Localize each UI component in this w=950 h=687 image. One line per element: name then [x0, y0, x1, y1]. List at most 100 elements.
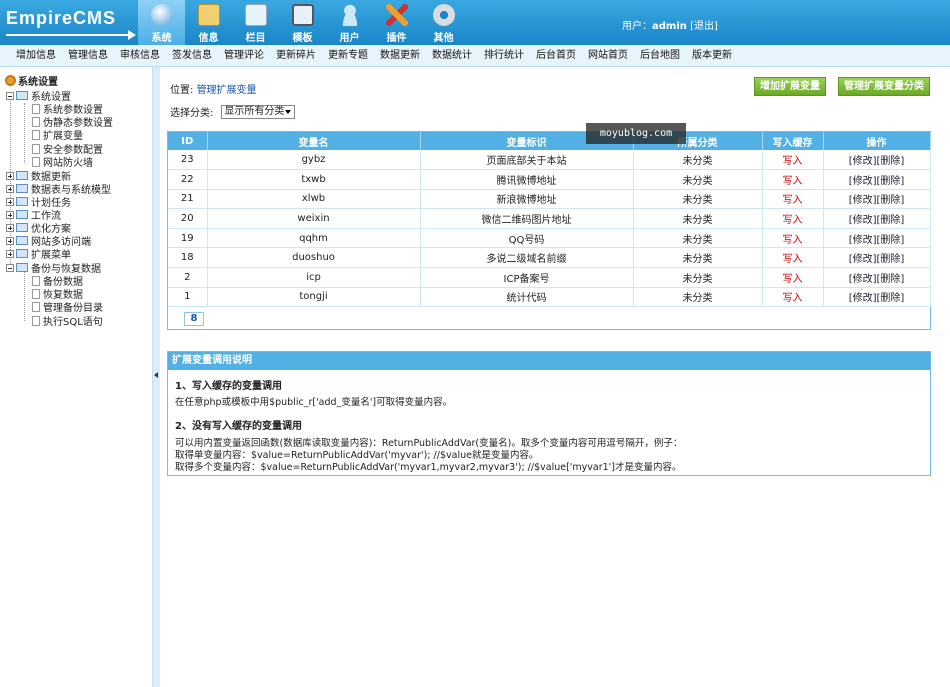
col-write-cache: 写入缓存	[762, 132, 824, 150]
sub-nav: 增加信息 管理信息 审核信息 签发信息 管理评论 更新碎片 更新专题 数据更新 …	[0, 45, 950, 67]
cell-var-name: gybz	[207, 150, 421, 171]
tree-item-ext-menu[interactable]: 扩展菜单	[6, 246, 71, 261]
add-ext-var-button[interactable]: 增加扩展变量	[754, 77, 826, 96]
subnav-data-stats[interactable]: 数据统计	[426, 45, 478, 66]
topnav-label: 其他	[433, 33, 454, 44]
folder-icon	[16, 171, 28, 180]
logout-link[interactable]: [退出]	[690, 21, 718, 32]
topnav-other[interactable]: 其他	[420, 0, 467, 45]
gear-icon	[432, 4, 455, 26]
subnav-data-update[interactable]: 数据更新	[374, 45, 426, 66]
collapse-icon	[6, 91, 14, 100]
topnav-label: 插件	[386, 33, 407, 44]
data-table: ID 变量名 变量标识 所属分类 写入缓存 操作 23 gybz 页面底部关于本站未…	[168, 132, 931, 308]
edit-link[interactable]: [修改]	[849, 254, 877, 265]
cell-var-identifier: ICP备案号	[420, 267, 634, 288]
edit-link[interactable]: [修改]	[849, 195, 877, 206]
cell-write-cache: 写入	[762, 267, 824, 288]
cell-var-identifier: 新浪微博地址	[420, 189, 634, 210]
tree-item-backup-dir[interactable]: 管理备份目录	[32, 299, 103, 314]
folder-icon	[16, 91, 28, 100]
subnav-admin-home[interactable]: 后台首页	[530, 45, 582, 66]
topnav-info[interactable]: 信息	[185, 0, 232, 45]
delete-link[interactable]: [删除]	[877, 176, 905, 187]
tree-line	[24, 269, 25, 321]
cell-actions: [修改][删除]	[823, 287, 931, 308]
subnav-review-info[interactable]: 审核信息	[114, 45, 166, 66]
logo[interactable]: EmpireCMS	[6, 8, 136, 42]
edit-link[interactable]: [修改]	[849, 156, 877, 167]
help-box: 扩展变量调用说明 1、写入缓存的变量调用 在任意php或模板中用$public_…	[167, 351, 931, 476]
delete-link[interactable]: [删除]	[877, 293, 905, 304]
topnav-column[interactable]: 栏目	[232, 0, 279, 45]
tree-item-firewall[interactable]: 网站防火墙	[32, 154, 93, 169]
cell-write-cache: 写入	[762, 228, 824, 249]
top-nav: 系统 信息 栏目 模板 用户 插件 其他	[138, 0, 467, 45]
cell-var-identifier: 统计代码	[420, 287, 634, 308]
sidebar-splitter[interactable]	[152, 67, 160, 687]
subnav-add-info[interactable]: 增加信息	[10, 45, 62, 66]
topnav-user[interactable]: 用户	[326, 0, 373, 45]
subnav-admin-map[interactable]: 后台地图	[634, 45, 686, 66]
tree-item-exec-sql[interactable]: 执行SQL语句	[32, 313, 103, 328]
cell-id: 23	[168, 150, 208, 171]
edit-link[interactable]: [修改]	[849, 293, 877, 304]
file-icon	[32, 156, 40, 167]
edit-link[interactable]: [修改]	[849, 176, 877, 187]
topnav-plugin[interactable]: 插件	[373, 0, 420, 45]
cell-actions: [修改][删除]	[823, 208, 931, 229]
edit-link[interactable]: [修改]	[849, 274, 877, 285]
manage-ext-var-class-button[interactable]: 管理扩展变量分类	[838, 77, 930, 96]
subnav-update-topics[interactable]: 更新专题	[322, 45, 374, 66]
tree-root[interactable]: 系统设置	[5, 73, 58, 88]
table-header-row: ID 变量名 变量标识 所属分类 写入缓存 操作	[168, 132, 931, 150]
help-text-1: 在任意php或模板中用$public_r['add_变量名']可取得变量内容。	[175, 397, 453, 408]
folder-icon	[16, 263, 28, 272]
file-icon	[32, 143, 40, 154]
breadcrumb-link[interactable]: 管理扩展变量	[197, 85, 257, 96]
subnav-version-update[interactable]: 版本更新	[686, 45, 738, 66]
top-header: EmpireCMS 系统 信息 栏目 模板 用户 插件 其他 用户：admin …	[0, 0, 950, 45]
watermark: moyublog.com	[586, 123, 686, 144]
topnav-system[interactable]: 系统	[138, 0, 185, 45]
cell-var-name: tongji	[207, 287, 421, 308]
main-content: 位置: 管理扩展变量 增加扩展变量 管理扩展变量分类 选择分类: 显示所有分类 …	[160, 67, 950, 687]
expand-icon	[6, 210, 14, 219]
expand-icon	[6, 197, 14, 206]
folder-icon	[16, 236, 28, 245]
cell-id: 22	[168, 169, 208, 190]
subnav-rank-stats[interactable]: 排行统计	[478, 45, 530, 66]
delete-link[interactable]: [删除]	[877, 215, 905, 226]
subnav-update-fragments[interactable]: 更新碎片	[270, 45, 322, 66]
delete-link[interactable]: [删除]	[877, 235, 905, 246]
category-select[interactable]: 显示所有分类	[221, 104, 296, 119]
delete-link[interactable]: [删除]	[877, 195, 905, 206]
cell-var-name: duoshuo	[207, 247, 421, 269]
subnav-manage-comments[interactable]: 管理评论	[218, 45, 270, 66]
cell-category: 未分类	[633, 208, 763, 229]
file-icon	[32, 275, 40, 286]
cell-id: 20	[168, 208, 208, 229]
subnav-site-home[interactable]: 网站首页	[582, 45, 634, 66]
cell-write-cache: 写入	[762, 169, 824, 190]
cell-actions: [修改][删除]	[823, 150, 931, 171]
collapse-arrow-icon[interactable]	[154, 372, 158, 378]
tree-item-ext-vars[interactable]: 扩展变量	[32, 127, 83, 142]
file-icon	[32, 288, 40, 299]
subnav-sign-info[interactable]: 签发信息	[166, 45, 218, 66]
page-number[interactable]: 8	[184, 312, 204, 326]
topnav-label: 系统	[151, 33, 172, 44]
subnav-manage-info[interactable]: 管理信息	[62, 45, 114, 66]
delete-link[interactable]: [删除]	[877, 274, 905, 285]
delete-link[interactable]: [删除]	[877, 156, 905, 167]
cell-var-identifier: 页面底部关于本站	[420, 150, 634, 171]
topnav-template[interactable]: 模板	[279, 0, 326, 45]
delete-link[interactable]: [删除]	[877, 254, 905, 265]
cell-var-identifier: 微信二维码图片地址	[420, 208, 634, 229]
tree-line	[24, 103, 25, 163]
cell-actions: [修改][删除]	[823, 169, 931, 190]
cell-category: 未分类	[633, 169, 763, 190]
edit-link[interactable]: [修改]	[849, 235, 877, 246]
edit-link[interactable]: [修改]	[849, 215, 877, 226]
folder-icon	[16, 184, 28, 193]
